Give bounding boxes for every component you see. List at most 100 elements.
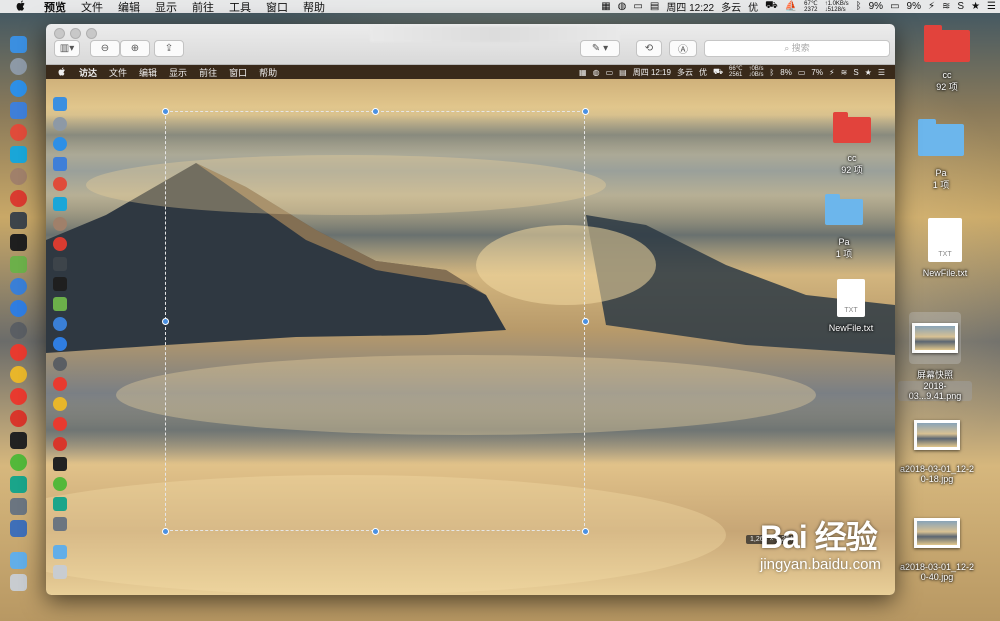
selection-handle-left[interactable] — [162, 318, 169, 325]
selection-handle-bottom-right[interactable] — [582, 528, 589, 535]
app-store-icon[interactable] — [10, 300, 27, 317]
zoom-out-icon: ⊖ — [100, 43, 110, 54]
app-red-icon[interactable] — [10, 124, 27, 141]
sailboat-icon[interactable]: ⛵ — [785, 1, 797, 12]
star-icon[interactable]: ★ — [971, 1, 980, 12]
menu-file[interactable]: 文件 — [81, 0, 103, 14]
apple-icon[interactable] — [14, 0, 28, 13]
search-input[interactable]: ⌕ 搜索 — [704, 40, 890, 57]
console-icon[interactable] — [10, 432, 27, 449]
weather[interactable]: 多云 — [721, 0, 741, 13]
selection-rectangle[interactable] — [165, 111, 585, 531]
inner-display-icon: ▭ — [605, 67, 614, 77]
close-button[interactable] — [54, 28, 65, 39]
desktop-item-sub: 2018-03...9.41.png — [898, 381, 972, 401]
inner-chrome-icon — [53, 397, 67, 411]
menu-help[interactable]: 帮助 — [303, 0, 325, 14]
contacts-icon[interactable] — [10, 102, 27, 119]
finder-icon[interactable] — [10, 36, 27, 53]
desktop-file-jpg-1[interactable]: a2018-03-01_12-2 0-18.jpg — [898, 420, 976, 484]
selection-handle-bottom-left[interactable] — [162, 528, 169, 535]
datetime[interactable]: 周四 12:22 — [666, 0, 714, 13]
teamviewer-icon[interactable] — [10, 146, 27, 163]
display-icon[interactable]: ▭ — [633, 1, 642, 12]
wechat-dock-icon[interactable] — [10, 454, 27, 471]
inner-sogou-icon: S — [853, 67, 859, 77]
inner-maps-icon — [53, 297, 67, 311]
markup-toolbar-button[interactable]: Ⓐ — [669, 40, 697, 57]
rotate-button[interactable]: ⟲ — [636, 40, 662, 57]
menu-view[interactable]: 显示 — [155, 0, 177, 14]
desktop-folder-pa[interactable]: Pa 1 项 — [912, 119, 970, 191]
maps-icon[interactable] — [10, 256, 27, 273]
activity-monitor-icon[interactable] — [10, 212, 27, 229]
list-icon[interactable]: ☰ — [987, 1, 996, 12]
vivaldi-icon[interactable] — [10, 410, 27, 427]
selection-handle-bottom[interactable] — [372, 528, 379, 535]
zoom-out-button[interactable]: ⊖ — [90, 40, 120, 57]
inner-wechat-icon: ◍ — [592, 67, 600, 77]
yandex-icon[interactable] — [10, 344, 27, 361]
desktop-file-screenshot[interactable]: 屏幕快照 2018-03...9.41.png — [898, 312, 972, 401]
menu-go[interactable]: 前往 — [192, 0, 214, 14]
weibo-icon[interactable] — [10, 388, 27, 405]
menu-edit[interactable]: 编辑 — [118, 0, 140, 14]
system-preferences-icon[interactable] — [10, 322, 27, 339]
desktop-folder-cc[interactable]: cc 92 项 — [918, 25, 976, 93]
selection-handle-top[interactable] — [372, 108, 379, 115]
zoom-in-icon: ⊕ — [130, 43, 140, 54]
inner-battery-icon: ▭ — [797, 67, 806, 77]
inner-menu-file: 文件 — [109, 67, 128, 78]
wechat-icon[interactable]: ◍ — [618, 1, 627, 12]
desktop-file-jpg-2[interactable]: a2018-03-01_12-2 0-40.jpg — [898, 518, 976, 582]
truck-icon[interactable]: ⛟ — [765, 0, 778, 13]
desktop-item-sub: 1 项 — [932, 180, 950, 190]
chrome-icon[interactable] — [10, 366, 27, 383]
app-green-icon[interactable] — [10, 476, 27, 493]
inner-yandex-icon — [53, 377, 67, 391]
trash-icon[interactable] — [10, 574, 27, 591]
sogou-icon[interactable]: S — [957, 1, 964, 12]
selection-handle-top-left[interactable] — [162, 108, 169, 115]
launchpad-icon[interactable] — [10, 58, 27, 75]
inner-folder-blue-icon — [825, 194, 863, 225]
inner-temp-rpm: 66℃ 2561 — [729, 66, 743, 78]
layout-icon[interactable]: ▤ — [650, 1, 659, 12]
inner-apple-icon — [58, 67, 66, 78]
photo-app-icon[interactable] — [10, 168, 27, 185]
share-button[interactable]: ⇪ — [154, 40, 184, 57]
menu-window[interactable]: 窗口 — [266, 0, 288, 14]
downloads-folder-icon[interactable] — [10, 552, 27, 569]
desktop-file-newfile[interactable]: TXT NewFile.txt — [910, 218, 980, 278]
inner-menu-edit: 编辑 — [139, 67, 158, 78]
preview-icon[interactable] — [10, 520, 27, 537]
music-app-icon[interactable] — [10, 190, 27, 207]
zoom-in-button[interactable]: ⊕ — [120, 40, 150, 57]
menu-app-name[interactable]: 预览 — [44, 0, 66, 14]
inner-settings-icon — [53, 357, 67, 371]
status-grid-icon[interactable]: ▦ — [601, 1, 610, 12]
selection-handle-right[interactable] — [582, 318, 589, 325]
screenshot-app-icon[interactable] — [10, 498, 27, 515]
inner-trash-icon — [53, 565, 67, 579]
net-speed: ↑1.0KB/s ↓5128/s — [824, 0, 849, 13]
battery-charging-icon[interactable]: ⚡ — [928, 1, 935, 12]
zoom-button[interactable] — [86, 28, 97, 39]
terminal-icon[interactable] — [10, 234, 27, 251]
bluetooth-icon[interactable]: ᛒ — [856, 1, 862, 12]
battery-icon[interactable]: ▭ — [890, 1, 899, 12]
inner-truck-icon: ⛟ — [712, 67, 724, 76]
minimize-button[interactable] — [70, 28, 81, 39]
sidebar-toggle-button[interactable]: ▥▾ — [54, 40, 80, 57]
selection-handle-top-right[interactable] — [582, 108, 589, 115]
wifi-icon[interactable]: ≋ — [942, 1, 950, 12]
sidebar-icon: ▥▾ — [59, 43, 75, 54]
safari-icon[interactable] — [10, 80, 27, 97]
inner-battery-charging-icon: ⚡ — [828, 67, 835, 77]
siri-icon[interactable] — [10, 278, 27, 295]
image-thumb-icon — [914, 518, 960, 548]
menu-tools[interactable]: 工具 — [229, 0, 251, 14]
markup-pen-button[interactable]: ✎ ▾ — [580, 40, 620, 57]
inner-finder-icon — [53, 97, 67, 111]
inner-menu-go: 前往 — [199, 67, 218, 78]
